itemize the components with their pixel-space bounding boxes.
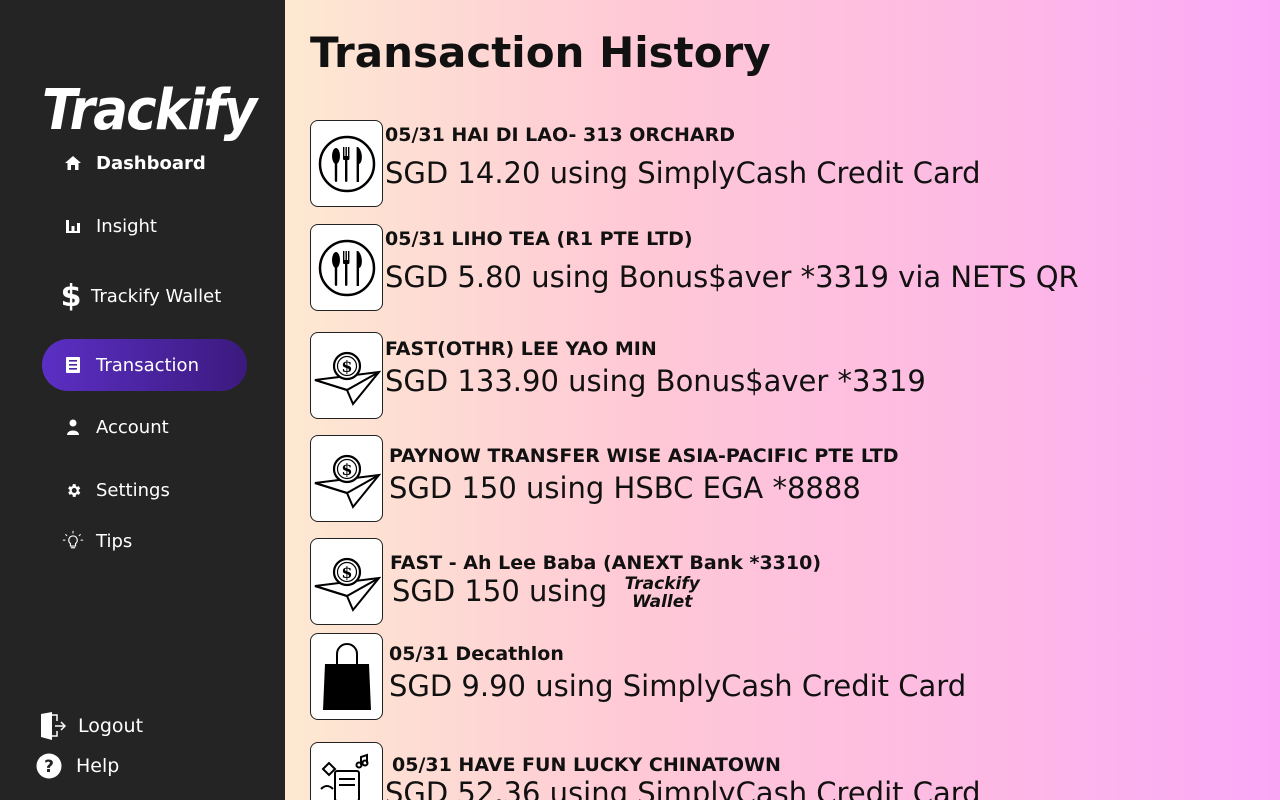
transaction-title: 05/31 HAVE FUN LUCKY CHINATOWN <box>392 754 781 776</box>
transaction-item[interactable]: $ FAST - Ah Lee Baba (ANEXT Bank *3310) … <box>310 538 821 625</box>
sidebar-item-tips[interactable]: Tips <box>42 515 247 567</box>
receipt-icon <box>62 356 84 374</box>
money-transfer-icon: $ <box>310 435 383 522</box>
home-icon <box>62 154 84 172</box>
svg-text:?: ? <box>44 757 54 777</box>
sidebar-item-trackify-wallet[interactable]: $ Trackify Wallet <box>42 270 247 322</box>
transaction-amount: SGD 5.80 using Bonus$aver *3319 via NETS… <box>385 260 1079 294</box>
sidebar: Trackify Dashboard Insight $ Trackify Wa… <box>0 0 285 800</box>
sidebar-item-label: Tips <box>96 530 133 552</box>
help-label: Help <box>76 755 120 777</box>
sidebar-item-label: Account <box>96 416 169 438</box>
svg-text:$: $ <box>341 460 352 479</box>
money-transfer-icon: $ <box>310 332 383 419</box>
help-icon: ? <box>36 753 62 779</box>
transaction-amount: SGD 14.20 using SimplyCash Credit Card <box>385 156 981 190</box>
sidebar-item-label: Transaction <box>96 354 199 376</box>
transaction-item[interactable]: $ PAYNOW TRANSFER WISE ASIA-PACIFIC PTE … <box>310 435 899 522</box>
transaction-item[interactable]: 05/31 HAI DI LAO- 313 ORCHARD SGD 14.20 … <box>310 120 981 207</box>
sidebar-item-label: Insight <box>96 215 157 237</box>
page-title: Transaction History <box>310 28 771 77</box>
sidebar-item-settings[interactable]: Settings <box>42 464 247 516</box>
logout-button[interactable]: Logout <box>40 711 143 741</box>
sidebar-item-label: Dashboard <box>96 152 206 174</box>
entertainment-icon <box>310 742 383 800</box>
transaction-title: 05/31 LIHO TEA (R1 PTE LTD) <box>385 228 693 250</box>
shopping-bag-icon <box>310 633 383 720</box>
bar-chart-icon <box>62 218 84 234</box>
sidebar-item-dashboard[interactable]: Dashboard <box>42 137 247 189</box>
wallet-logo-line2: Wallet <box>632 592 693 612</box>
transaction-title: FAST - Ah Lee Baba (ANEXT Bank *3310) <box>390 552 822 574</box>
dining-icon <box>310 120 383 207</box>
sidebar-item-label: Settings <box>96 479 170 501</box>
transaction-amount: SGD 9.90 using SimplyCash Credit Card <box>389 669 967 703</box>
logout-label: Logout <box>78 715 144 737</box>
gear-icon <box>62 482 84 499</box>
sidebar-item-label: Trackify Wallet <box>91 285 222 307</box>
trackify-wallet-logo: Trackify Wallet <box>625 575 700 611</box>
transaction-item[interactable]: 05/31 HAVE FUN LUCKY CHINATOWN SGD 52.36… <box>310 742 981 800</box>
transaction-title: 05/31 HAI DI LAO- 313 ORCHARD <box>385 124 736 146</box>
help-button[interactable]: ? Help <box>36 753 119 779</box>
money-transfer-icon: $ <box>310 538 383 625</box>
logout-icon <box>40 711 66 741</box>
transaction-item[interactable]: $ FAST(OTHR) LEE YAO MIN SGD 133.90 usin… <box>310 332 926 419</box>
app-logo: Trackify <box>42 78 257 143</box>
sidebar-item-insight[interactable]: Insight <box>42 200 247 252</box>
transaction-amount: SGD 133.90 using Bonus$aver *3319 <box>385 364 926 398</box>
transaction-title: FAST(OTHR) LEE YAO MIN <box>385 338 657 360</box>
lightbulb-icon <box>62 528 84 554</box>
dollar-icon: $ <box>60 278 82 314</box>
sidebar-item-transaction[interactable]: Transaction <box>42 339 247 391</box>
main-content: Transaction History 05/31 HAI DI LAO- 31… <box>285 0 1280 800</box>
svg-text:$: $ <box>341 357 352 376</box>
transaction-item[interactable]: 05/31 Decathlon SGD 9.90 using SimplyCas… <box>310 633 966 720</box>
transaction-item[interactable]: 05/31 LIHO TEA (R1 PTE LTD) SGD 5.80 usi… <box>310 224 1079 311</box>
user-icon <box>62 419 84 435</box>
wallet-logo-line1: Trackify <box>624 574 700 594</box>
svg-text:$: $ <box>341 563 352 582</box>
transaction-amount-row: SGD 150 using Trackify Wallet <box>392 574 821 611</box>
transaction-amount: SGD 52.36 using SimplyCash Credit Card <box>385 776 981 800</box>
transaction-title: PAYNOW TRANSFER WISE ASIA-PACIFIC PTE LT… <box>389 445 899 467</box>
transaction-title: 05/31 Decathlon <box>389 643 564 665</box>
transaction-amount: SGD 150 using <box>392 574 608 608</box>
sidebar-item-account[interactable]: Account <box>42 401 247 453</box>
dining-icon <box>310 224 383 311</box>
transaction-amount: SGD 150 using HSBC EGA *8888 <box>389 471 861 505</box>
